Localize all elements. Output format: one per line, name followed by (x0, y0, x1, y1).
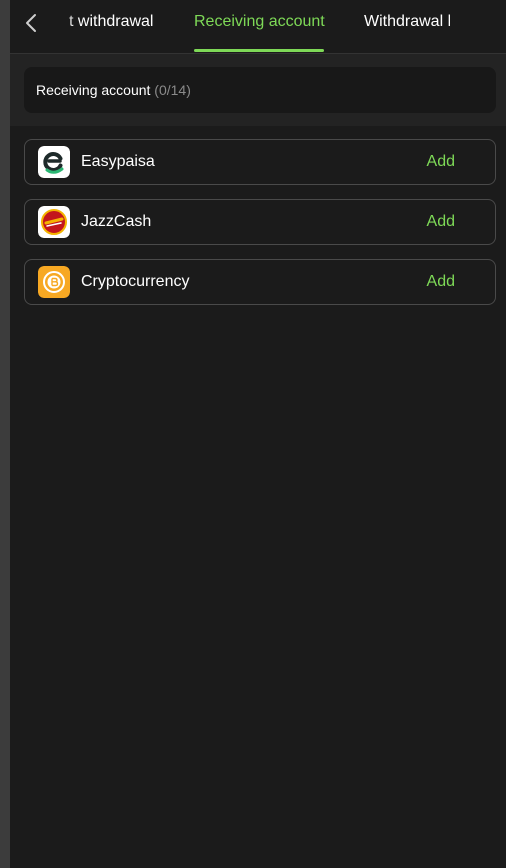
tab-strip: t withdrawal Receiving account Withdrawa… (10, 0, 450, 53)
jazzcash-icon (38, 206, 70, 238)
receiving-account-header: Receiving account (0/14) (24, 67, 496, 113)
add-easypaisa-button[interactable]: Add (427, 153, 455, 171)
account-list: Easypaisa Add JazzCash Add Cryptocurrenc… (24, 139, 496, 319)
tab-fade (48, 0, 74, 53)
left-rail (0, 0, 10, 868)
add-cryptocurrency-button[interactable]: Add (427, 273, 455, 291)
tab-receiving-account[interactable]: Receiving account (194, 13, 325, 31)
app: t withdrawal Receiving account Withdrawa… (10, 0, 506, 868)
account-name: Easypaisa (81, 153, 155, 170)
account-count: (0/14) (154, 82, 191, 98)
account-row-easypaisa[interactable]: Easypaisa Add (24, 139, 496, 185)
account-name: JazzCash (81, 213, 152, 230)
add-jazzcash-button[interactable]: Add (427, 213, 455, 231)
account-row-cryptocurrency[interactable]: Cryptocurrency Add (24, 259, 496, 305)
back-button[interactable] (20, 11, 44, 35)
chevron-left-icon (26, 14, 36, 32)
header-title-text: Receiving account (36, 82, 151, 98)
top-tab-bar: t withdrawal Receiving account Withdrawa… (10, 0, 506, 54)
tab-withdrawal-log[interactable]: Withdrawal l (364, 13, 450, 31)
active-tab-indicator (194, 49, 324, 52)
header-band: Receiving account (0/14) (10, 54, 506, 126)
receiving-account-title: Receiving account (0/14) (36, 82, 191, 98)
account-name: Cryptocurrency (81, 273, 190, 290)
account-row-jazzcash[interactable]: JazzCash Add (24, 199, 496, 245)
bitcoin-icon (38, 266, 70, 298)
tab-instant-withdrawal[interactable]: t withdrawal (69, 13, 153, 31)
easypaisa-icon (38, 146, 70, 178)
